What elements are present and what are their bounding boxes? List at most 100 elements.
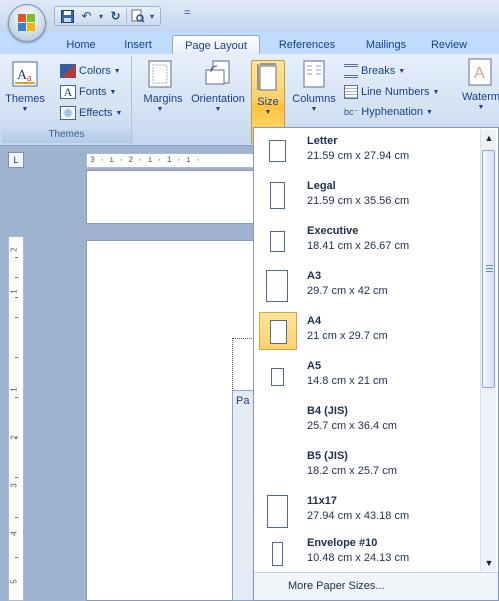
horizontal-ruler[interactable]: 3 · ı · 2 · ı · 1 · ı · xyxy=(86,153,254,168)
ruler-number: 2 xyxy=(9,247,19,252)
size-name: A5 xyxy=(307,360,322,372)
size-dims: 25.7 cm x 36.4 cm xyxy=(307,420,397,432)
size-dims: 18.41 cm x 26.67 cm xyxy=(307,240,410,252)
chevron-down-icon: ▼ xyxy=(398,67,406,75)
print-preview-icon[interactable] xyxy=(129,8,146,24)
size-name: Letter xyxy=(307,135,338,147)
ruler-number: 3 xyxy=(9,483,19,488)
qat-separator xyxy=(126,9,127,23)
qat-dropdown-icon[interactable]: ▾ xyxy=(148,8,156,24)
breaks-button[interactable]: Breaks ▼ xyxy=(344,64,405,78)
size-gallery: Letter 21.59 cm x 27.94 cm Legal 21.59 c… xyxy=(253,127,499,601)
tab-review[interactable]: Review xyxy=(424,35,474,54)
size-item-b4-jis[interactable]: B4 (JIS) 25.7 cm x 36.4 cm xyxy=(257,400,481,444)
size-dims: 14.8 cm x 21 cm xyxy=(307,375,388,387)
tab-home[interactable]: Home xyxy=(56,35,106,54)
size-dims: 21.59 cm x 35.56 cm xyxy=(307,195,410,207)
columns-label: Columns xyxy=(292,93,336,105)
line-numbers-label: Line Numbers xyxy=(361,86,430,98)
size-item-legal[interactable]: Legal 21.59 cm x 35.56 cm xyxy=(257,175,481,219)
chevron-down-icon: ▼ xyxy=(109,88,117,96)
tab-selector[interactable]: L xyxy=(8,152,24,168)
more-paper-sizes-button[interactable]: More Paper Sizes... xyxy=(254,572,498,600)
size-item-a5[interactable]: A5 14.8 cm x 21 cm xyxy=(257,355,481,399)
page-icon xyxy=(271,368,284,386)
title-bar: ↶ ▾ ↻ ▾ = xyxy=(0,0,499,32)
size-item-a4[interactable]: A4 21 cm x 29.7 cm xyxy=(257,310,481,354)
quick-access-toolbar: ↶ ▾ ↻ ▾ xyxy=(54,6,161,26)
gallery-scrollbar[interactable]: ▲ ▼ xyxy=(480,130,496,571)
tab-references[interactable]: References xyxy=(268,35,346,54)
ruler-number: 2 xyxy=(9,435,19,440)
scroll-up-icon[interactable]: ▲ xyxy=(481,130,497,146)
tab-page-layout[interactable]: Page Layout xyxy=(172,35,260,55)
orientation-button[interactable]: Orientation ▼ xyxy=(186,58,250,113)
themes-group-label: Themes xyxy=(2,129,131,143)
breaks-icon xyxy=(344,64,358,78)
watermark-icon: A xyxy=(466,56,496,88)
size-name: A4 xyxy=(307,315,322,327)
ruler-number: 1 xyxy=(9,289,19,294)
fonts-button[interactable]: A Fonts ▼ xyxy=(60,85,116,99)
watermark-label: Waterm xyxy=(461,91,499,103)
chevron-down-icon: ▼ xyxy=(214,106,222,113)
redo-icon[interactable]: ↻ xyxy=(107,8,124,24)
page-icon xyxy=(272,542,283,566)
size-dims: 29.7 cm x 42 cm xyxy=(307,285,388,297)
size-name: Envelope #10 xyxy=(307,537,378,549)
watermark-button[interactable]: A Waterm ▼ xyxy=(456,56,499,111)
colors-icon xyxy=(60,64,76,78)
tab-insert[interactable]: Insert xyxy=(114,35,162,54)
page-icon xyxy=(267,495,288,528)
columns-button[interactable]: Columns ▼ xyxy=(292,58,336,113)
document-page[interactable] xyxy=(86,170,254,224)
chevron-down-icon: ▼ xyxy=(432,88,440,96)
line-numbers-icon xyxy=(344,85,358,99)
size-item-envelope-10[interactable]: Envelope #10 10.48 cm x 24.13 cm xyxy=(257,532,481,576)
colors-label: Colors xyxy=(79,65,111,77)
vertical-ruler[interactable]: 2 1 1 2 3 4 5 xyxy=(8,236,24,601)
size-name: B5 (JIS) xyxy=(307,450,348,462)
themes-label: Themes xyxy=(5,93,45,105)
save-icon[interactable] xyxy=(59,8,76,24)
size-name: 11x17 xyxy=(307,495,337,507)
effects-button[interactable]: Effects ▼ xyxy=(60,106,122,120)
document-page[interactable] xyxy=(86,240,254,601)
size-label: Size xyxy=(257,96,279,108)
office-button[interactable] xyxy=(8,4,46,42)
fonts-icon: A xyxy=(60,85,76,99)
tab-mailings[interactable]: Mailings xyxy=(356,35,416,54)
size-item-letter[interactable]: Letter 21.59 cm x 27.94 cm xyxy=(257,130,481,174)
line-numbers-button[interactable]: Line Numbers ▼ xyxy=(344,85,439,99)
chevron-down-icon: ▼ xyxy=(426,108,433,116)
columns-icon xyxy=(299,58,329,90)
qat-customize-icon[interactable]: = xyxy=(184,7,190,19)
hyphenation-button[interactable]: bc⁻ Hyphenation ▼ xyxy=(344,106,433,118)
chevron-down-icon: ▼ xyxy=(21,106,29,113)
ruler-number: 5 xyxy=(9,579,19,584)
ruler-number: 4 xyxy=(9,531,19,536)
page-icon xyxy=(266,270,288,302)
size-item-11x17[interactable]: 11x17 27.94 cm x 43.18 cm xyxy=(257,490,481,534)
size-dims: 21.59 cm x 27.94 cm xyxy=(307,150,410,162)
margins-button[interactable]: Margins ▼ xyxy=(140,58,183,113)
size-item-b5-jis[interactable]: B5 (JIS) 18.2 cm x 25.7 cm xyxy=(257,445,481,489)
page-icon xyxy=(269,140,286,162)
hyphenation-label: Hyphenation xyxy=(361,106,424,118)
themes-button[interactable]: Aa Themes ▼ xyxy=(5,58,45,113)
ribbon-tabs: Home Insert Page Layout References Maili… xyxy=(0,32,499,55)
office-logo-icon xyxy=(18,14,36,32)
size-item-a3[interactable]: A3 29.7 cm x 42 cm xyxy=(257,265,481,309)
scrollbar-thumb[interactable] xyxy=(482,150,495,388)
themes-icon: Aa xyxy=(10,58,40,90)
size-item-executive[interactable]: Executive 18.41 cm x 26.67 cm xyxy=(257,220,481,264)
undo-dropdown-icon[interactable]: ▾ xyxy=(97,8,105,24)
size-dims: 18.2 cm x 25.7 cm xyxy=(307,465,397,477)
hyphenation-icon: bc⁻ xyxy=(344,106,359,117)
scroll-down-icon[interactable]: ▼ xyxy=(481,555,497,571)
size-name: A3 xyxy=(307,270,322,282)
undo-icon[interactable]: ↶ xyxy=(78,8,95,24)
svg-text:A: A xyxy=(474,65,485,82)
size-dims: 27.94 cm x 43.18 cm xyxy=(307,510,410,522)
colors-button[interactable]: Colors ▼ xyxy=(60,64,121,78)
